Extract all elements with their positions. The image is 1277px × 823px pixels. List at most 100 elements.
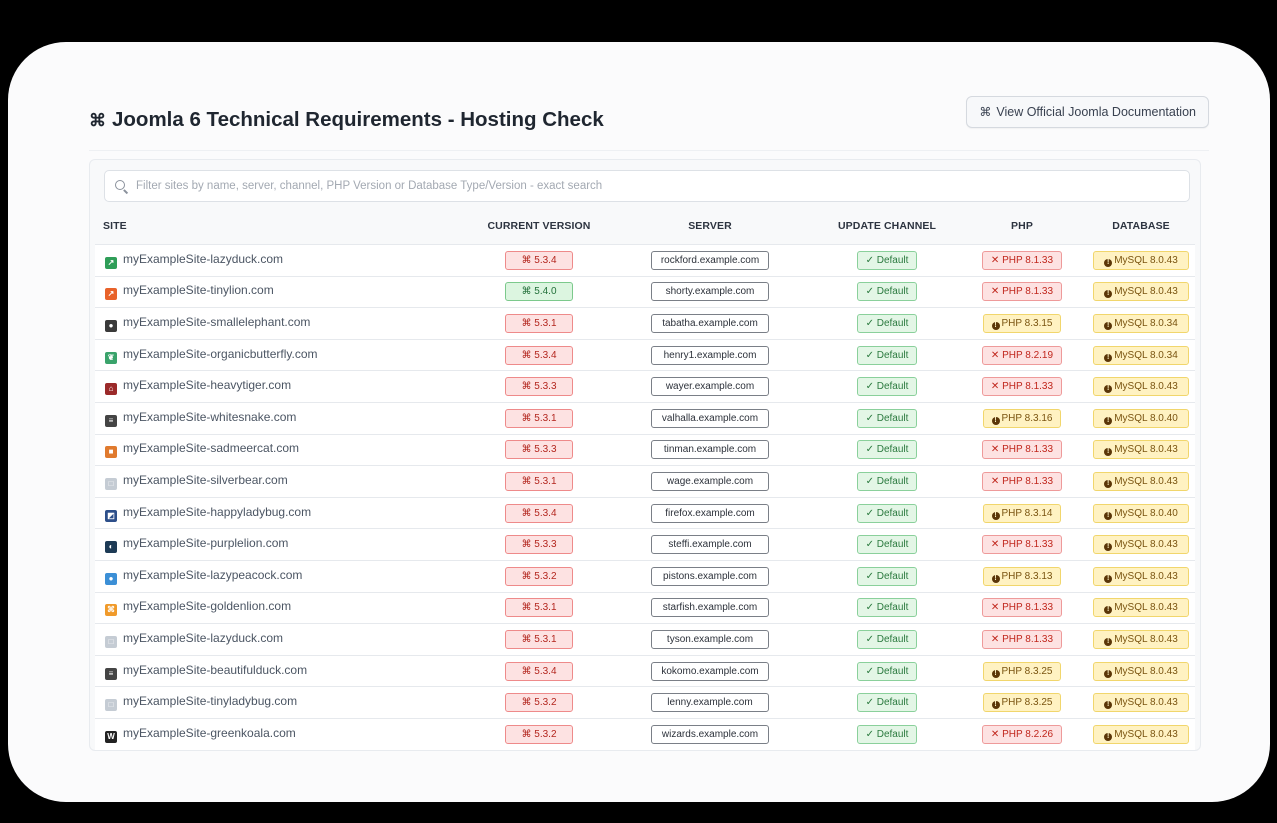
version-badge: ⌘ 5.3.1 bbox=[505, 313, 573, 333]
php-cell: ! PHP 8.3.13 bbox=[957, 559, 1087, 593]
orange-mark-icon: ↗ bbox=[105, 288, 117, 301]
table-row[interactable]: ≡ myExampleSite-whitesnake.com ⌘ 5.3.1 valh… bbox=[95, 401, 1195, 435]
server-cell: tyson.example.com bbox=[603, 623, 817, 656]
site-cell[interactable]: □ myExampleSite-lazyduck.com bbox=[95, 623, 475, 656]
column-header-update-channel[interactable]: UPDATE CHANNEL bbox=[817, 208, 957, 245]
site-cell[interactable]: ● myExampleSite-lazypeacock.com bbox=[95, 559, 475, 593]
channel-badge: ✓ Default bbox=[856, 282, 918, 302]
site-cell[interactable]: ≡ myExampleSite-whitesnake.com bbox=[95, 401, 475, 435]
table-row[interactable]: ◐ myExampleSite-purplelion.com ⌘ 5.3.3 stef… bbox=[95, 528, 1195, 561]
site-name: myExampleSite-tinylion.com bbox=[123, 283, 274, 298]
sites-table-body: ↗ myExampleSite-lazyduck.com ⌘ 5.3.4 rockfo… bbox=[95, 244, 1195, 750]
php-text: PHP 8.1.33 bbox=[1002, 602, 1054, 614]
server-badge: wayer.example.com bbox=[651, 377, 769, 397]
warning-icon: ! bbox=[1104, 606, 1113, 615]
channel-cell: ✓ Default bbox=[817, 433, 957, 466]
channel-cell: ✓ Default bbox=[817, 528, 957, 561]
site-cell[interactable]: ❦ myExampleSite-organicbutterfly.com bbox=[95, 338, 475, 371]
table-row[interactable]: ⌘ myExampleSite-goldenlion.com ⌘ 5.3.1 star… bbox=[95, 591, 1195, 624]
site-cell[interactable]: ■ myExampleSite-sadmeercat.com bbox=[95, 433, 475, 466]
database-text: MySQL 8.0.43 bbox=[1114, 475, 1178, 487]
table-row[interactable]: ● myExampleSite-lazypeacock.com ⌘ 5.3.2 pis… bbox=[95, 559, 1195, 593]
warning-icon: ! bbox=[1104, 701, 1113, 710]
joomla-logo-icon: ⌘ bbox=[521, 602, 535, 614]
joomla-logo-icon: ⌘ bbox=[521, 570, 535, 582]
channel-text: Default bbox=[876, 507, 909, 519]
warning-icon: ! bbox=[1104, 416, 1113, 425]
cross-icon: ✕ bbox=[990, 602, 1003, 614]
table-row[interactable]: ↗ myExampleSite-lazyduck.com ⌘ 5.3.4 rockfo… bbox=[95, 244, 1195, 277]
database-badge: ! MySQL 8.0.43 bbox=[1093, 661, 1189, 681]
site-cell[interactable]: ⌂ myExampleSite-heavytiger.com bbox=[95, 370, 475, 403]
filter-sites-input[interactable] bbox=[134, 171, 1189, 201]
database-cell: ! MySQL 8.0.43 bbox=[1087, 623, 1195, 656]
column-header-site[interactable]: SITE bbox=[95, 208, 475, 245]
channel-text: Default bbox=[876, 665, 909, 677]
column-header-current-version[interactable]: CURRENT VERSION bbox=[475, 208, 603, 245]
version-text: 5.3.2 bbox=[534, 728, 557, 740]
view-documentation-button[interactable]: ⌘ View Official Joomla Documentation bbox=[966, 96, 1209, 128]
channel-text: Default bbox=[876, 412, 909, 424]
table-row[interactable]: □ myExampleSite-silverbear.com ⌘ 5.3.1 wage… bbox=[95, 465, 1195, 498]
database-badge: ! MySQL 8.0.43 bbox=[1093, 629, 1189, 649]
server-cell: wayer.example.com bbox=[603, 370, 817, 403]
table-row[interactable]: □ myExampleSite-lazyduck.com ⌘ 5.3.1 tyson.… bbox=[95, 623, 1195, 656]
php-text: PHP 8.3.15 bbox=[1001, 317, 1053, 329]
server-cell: starfish.example.com bbox=[603, 591, 817, 624]
check-icon: ✓ bbox=[865, 254, 877, 266]
server-badge: kokomo.example.com bbox=[651, 661, 769, 681]
channel-cell: ✓ Default bbox=[817, 559, 957, 593]
warning-icon: ! bbox=[1104, 669, 1113, 678]
green-mark-icon: ↗ bbox=[105, 256, 117, 269]
database-cell: ! MySQL 8.0.43 bbox=[1087, 591, 1195, 624]
database-text: MySQL 8.0.43 bbox=[1114, 570, 1178, 582]
site-cell[interactable]: □ myExampleSite-tinyladybug.com bbox=[95, 686, 475, 719]
php-badge: ✕ PHP 8.1.33 bbox=[981, 250, 1063, 270]
table-row[interactable]: □ myExampleSite-tinyladybug.com ⌘ 5.3.2 len… bbox=[95, 686, 1195, 719]
server-badge: firefox.example.com bbox=[651, 503, 769, 523]
site-cell[interactable]: ≡ myExampleSite-beautifulduck.com bbox=[95, 654, 475, 687]
site-cell[interactable]: ⌘ myExampleSite-goldenlion.com bbox=[95, 591, 475, 624]
php-text: PHP 8.3.14 bbox=[1001, 507, 1053, 519]
table-row[interactable]: ↗ myExampleSite-tinylion.com ⌘ 5.4.0 shorty… bbox=[95, 275, 1195, 308]
channel-cell: ✓ Default bbox=[817, 275, 957, 308]
column-header-server[interactable]: SERVER bbox=[603, 208, 817, 245]
warning-icon: ! bbox=[1104, 574, 1113, 583]
table-row[interactable]: ■ myExampleSite-sadmeercat.com ⌘ 5.3.3 tinm… bbox=[95, 433, 1195, 466]
channel-cell: ✓ Default bbox=[817, 496, 957, 529]
check-icon: ✓ bbox=[865, 728, 877, 740]
table-row[interactable]: ≡ myExampleSite-beautifulduck.com ⌘ 5.3.4 k… bbox=[95, 654, 1195, 687]
channel-badge: ✓ Default bbox=[856, 503, 918, 523]
site-cell[interactable]: □ myExampleSite-silverbear.com bbox=[95, 465, 475, 498]
version-badge: ⌘ 5.3.4 bbox=[505, 345, 573, 365]
warning-icon: ! bbox=[991, 416, 1000, 425]
site-cell[interactable]: ◩ myExampleSite-happyladybug.com bbox=[95, 496, 475, 529]
site-cell[interactable]: ◐ myExampleSite-purplelion.com bbox=[95, 528, 475, 561]
requirements-card: ⌘ Joomla 6 Technical Requirements - Host… bbox=[89, 94, 1209, 754]
table-row[interactable]: ⌂ myExampleSite-heavytiger.com ⌘ 5.3.3 waye… bbox=[95, 370, 1195, 403]
table-row[interactable]: ● myExampleSite-smallelephant.com ⌘ 5.3.1 t… bbox=[95, 307, 1195, 340]
image-placeholder-icon: □ bbox=[105, 699, 117, 712]
table-row[interactable]: ◩ myExampleSite-happyladybug.com ⌘ 5.3.4 fi… bbox=[95, 496, 1195, 529]
warning-icon: ! bbox=[1104, 258, 1113, 267]
table-row[interactable]: WmyExampleSite-greenkoala.com ⌘ 5.3.2 wiza… bbox=[95, 717, 1195, 750]
search-box[interactable] bbox=[104, 170, 1190, 202]
column-header-php[interactable]: PHP bbox=[957, 208, 1087, 245]
database-cell: ! MySQL 8.0.43 bbox=[1087, 275, 1195, 308]
database-badge: ! MySQL 8.0.40 bbox=[1093, 503, 1189, 523]
warning-icon: ! bbox=[991, 574, 1000, 583]
site-cell[interactable]: ● myExampleSite-smallelephant.com bbox=[95, 307, 475, 340]
site-cell[interactable]: WmyExampleSite-greenkoala.com bbox=[95, 717, 475, 750]
version-cell: ⌘ 5.3.3 bbox=[475, 528, 603, 561]
table-row[interactable]: ❦ myExampleSite-organicbutterfly.com ⌘ 5.3… bbox=[95, 338, 1195, 371]
php-cell: ✕ PHP 8.1.33 bbox=[957, 370, 1087, 403]
check-icon: ✓ bbox=[865, 475, 877, 487]
column-header-database[interactable]: DATABASE bbox=[1087, 208, 1195, 245]
database-cell: ! MySQL 8.0.43 bbox=[1087, 717, 1195, 750]
site-cell[interactable]: ↗ myExampleSite-lazyduck.com bbox=[95, 244, 475, 277]
site-cell[interactable]: ↗ myExampleSite-tinylion.com bbox=[95, 275, 475, 308]
database-badge: ! MySQL 8.0.43 bbox=[1093, 598, 1189, 618]
server-cell: rockford.example.com bbox=[603, 244, 817, 277]
database-badge: ! MySQL 8.0.43 bbox=[1093, 535, 1189, 555]
channel-cell: ✓ Default bbox=[817, 307, 957, 340]
